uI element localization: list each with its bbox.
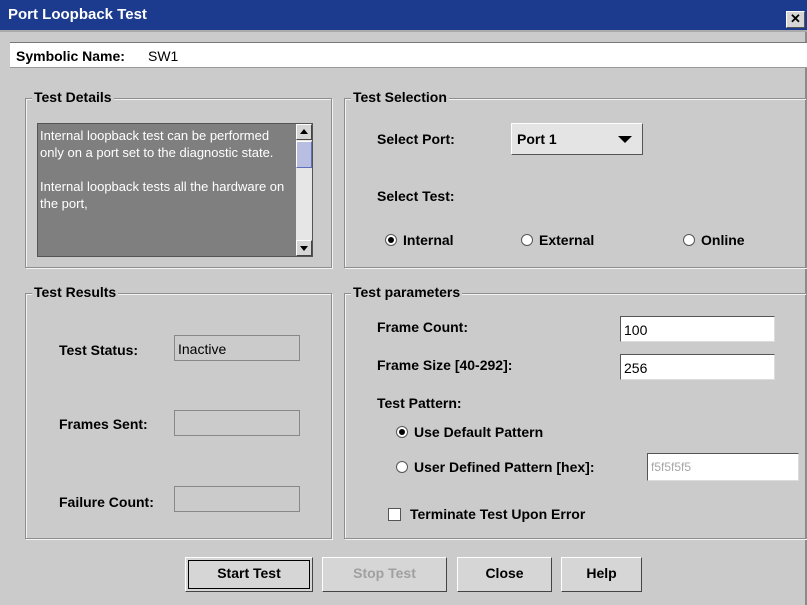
test-selection-group: Test Selection Select Port: Port 1 Selec… xyxy=(344,89,807,268)
frame-count-label: Frame Count: xyxy=(377,319,468,335)
radio-default-pattern[interactable]: Use Default Pattern xyxy=(396,424,543,440)
radio-user-pattern[interactable]: User Defined Pattern [hex]: xyxy=(396,459,594,475)
scroll-up-button[interactable] xyxy=(296,124,312,140)
test-pattern-label: Test Pattern: xyxy=(377,395,462,411)
port-select-value: Port 1 xyxy=(517,131,557,147)
select-port-label: Select Port: xyxy=(377,131,455,147)
radio-internal-label: Internal xyxy=(403,232,454,248)
arrow-up-icon xyxy=(300,129,308,134)
radio-external-label: External xyxy=(539,232,595,248)
symbolic-name-label: Symbolic Name: xyxy=(16,48,125,64)
user-pattern-value: f5f5f5f5 xyxy=(651,460,692,474)
frames-sent-field xyxy=(174,410,300,436)
radio-button-icon xyxy=(396,461,408,473)
test-details-paragraph: Internal loopback test can be performed … xyxy=(40,128,274,160)
terminate-on-error-label: Terminate Test Upon Error xyxy=(410,506,586,522)
stop-test-button[interactable]: Stop Test xyxy=(322,557,447,592)
default-pattern-label: Use Default Pattern xyxy=(414,424,544,440)
test-status-value: Inactive xyxy=(178,341,227,357)
arrow-down-icon xyxy=(300,246,308,251)
test-parameters-title: Test parameters xyxy=(351,284,463,300)
scroll-down-button[interactable] xyxy=(296,240,312,256)
radio-online[interactable]: Online xyxy=(683,232,745,248)
details-scrollbar[interactable] xyxy=(296,124,312,256)
frames-sent-label: Frames Sent: xyxy=(59,416,148,432)
frame-count-value: 100 xyxy=(624,322,648,338)
frame-count-input[interactable]: 100 xyxy=(620,316,775,342)
radio-button-icon xyxy=(385,234,397,246)
test-details-title: Test Details xyxy=(32,89,114,105)
test-details-text: Internal loopback test can be performed … xyxy=(38,124,296,256)
radio-external[interactable]: External xyxy=(521,232,594,248)
frame-size-label: Frame Size [40-292]: xyxy=(377,357,513,373)
radio-internal[interactable]: Internal xyxy=(385,232,454,248)
close-window-button[interactable]: ✕ xyxy=(786,11,805,28)
checkbox-icon xyxy=(388,507,401,521)
radio-button-icon xyxy=(521,234,533,246)
select-test-label: Select Test: xyxy=(377,188,455,204)
test-results-title: Test Results xyxy=(32,284,119,300)
port-loopback-dialog: Port Loopback Test ✕ Symbolic Name: SW1 … xyxy=(0,0,807,605)
test-selection-title: Test Selection xyxy=(351,89,449,105)
user-pattern-input[interactable]: f5f5f5f5 xyxy=(647,453,799,481)
radio-button-icon xyxy=(683,234,695,246)
symbolic-name-bar: Symbolic Name: SW1 xyxy=(10,42,807,68)
test-status-field: Inactive xyxy=(174,335,300,361)
title-bar[interactable]: Port Loopback Test ✕ xyxy=(0,0,807,32)
user-pattern-label: User Defined Pattern [hex]: xyxy=(414,459,595,475)
failure-count-field xyxy=(174,486,300,512)
terminate-on-error-checkbox[interactable]: Terminate Test Upon Error xyxy=(388,506,585,522)
test-status-label: Test Status: xyxy=(59,342,139,358)
test-results-group: Test Results Test Status: Inactive Frame… xyxy=(25,284,332,539)
symbolic-name-value: SW1 xyxy=(148,48,179,64)
frame-size-input[interactable]: 256 xyxy=(620,354,775,380)
port-select[interactable]: Port 1 xyxy=(511,123,643,155)
close-icon: ✕ xyxy=(790,11,801,26)
start-test-button[interactable]: Start Test xyxy=(185,557,313,592)
frame-size-value: 256 xyxy=(624,360,648,376)
radio-online-label: Online xyxy=(701,232,745,248)
test-details-group: Test Details Internal loopback test can … xyxy=(25,89,332,268)
test-details-text-area[interactable]: Internal loopback test can be performed … xyxy=(37,123,313,257)
close-button[interactable]: Close xyxy=(457,557,552,592)
radio-button-icon xyxy=(396,426,408,438)
test-details-paragraph: Internal loopback tests all the hardware… xyxy=(40,179,285,211)
test-parameters-group: Test parameters Frame Count: 100 Frame S… xyxy=(344,284,807,539)
window-title: Port Loopback Test xyxy=(8,6,147,23)
failure-count-label: Failure Count: xyxy=(59,494,154,510)
chevron-down-icon xyxy=(618,136,632,143)
scroll-thumb[interactable] xyxy=(296,141,312,168)
help-button[interactable]: Help xyxy=(561,557,642,592)
